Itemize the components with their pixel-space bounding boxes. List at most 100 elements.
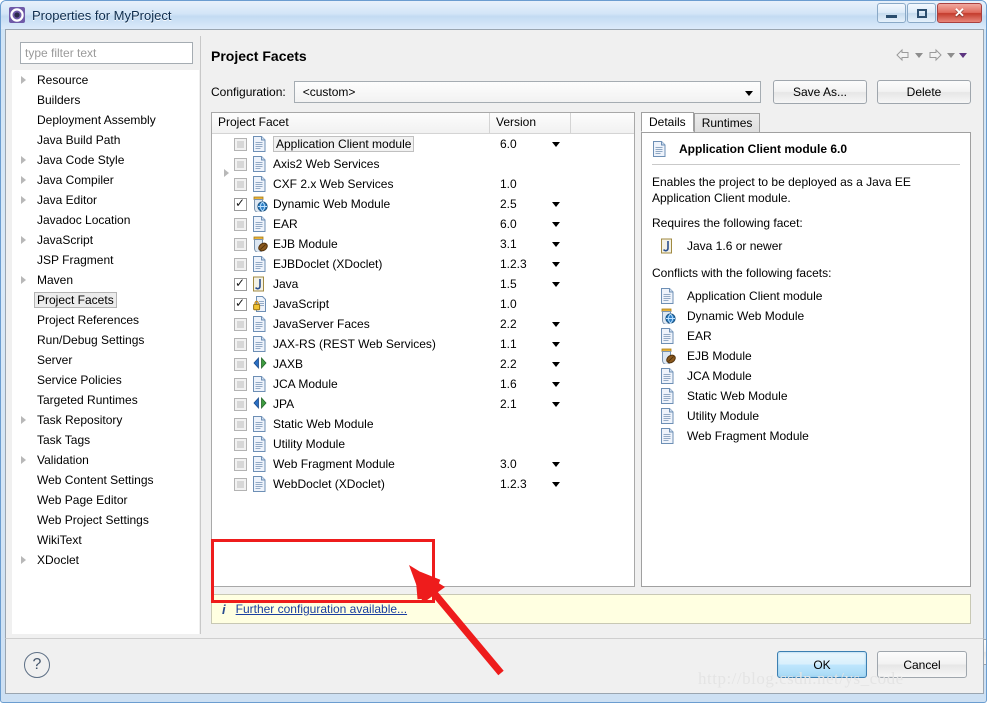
project-facet-table[interactable]: Project Facet Version Application Client… bbox=[211, 112, 635, 587]
facet-checkbox[interactable] bbox=[234, 157, 247, 171]
expand-arrow-icon[interactable] bbox=[21, 236, 26, 244]
sidebar-item-java-build-path[interactable]: Java Build Path bbox=[12, 130, 199, 150]
version-chevron-down-icon[interactable] bbox=[552, 241, 560, 247]
sidebar-item-javascript[interactable]: JavaScript bbox=[12, 230, 199, 250]
table-row[interactable]: Utility Module bbox=[212, 434, 634, 454]
expand-arrow-icon[interactable] bbox=[21, 556, 26, 564]
close-button[interactable]: ✕ bbox=[937, 3, 982, 23]
column-header-blank[interactable] bbox=[571, 113, 634, 134]
facet-checkbox[interactable] bbox=[234, 196, 247, 211]
facet-checkbox[interactable] bbox=[234, 217, 247, 231]
version-chevron-down-icon[interactable] bbox=[552, 341, 560, 347]
sidebar-item-targeted-runtimes[interactable]: Targeted Runtimes bbox=[12, 390, 199, 410]
sidebar-item-resource[interactable]: Resource bbox=[12, 70, 199, 90]
table-row[interactable]: WebDoclet (XDoclet) 1.2.3 bbox=[212, 474, 634, 494]
back-history-chevron-down-icon[interactable] bbox=[915, 52, 923, 58]
facet-checkbox[interactable] bbox=[234, 477, 247, 491]
table-row[interactable]: Axis2 Web Services bbox=[212, 154, 634, 177]
facet-checkbox[interactable] bbox=[234, 276, 247, 291]
table-row[interactable]: CXF 2.x Web Services 1.0 bbox=[212, 174, 634, 194]
save-as-button[interactable]: Save As... bbox=[773, 80, 867, 104]
settings-tree[interactable]: Resource Builders Deployment Assembly Java … bbox=[12, 70, 199, 634]
sidebar-item-java-code-style[interactable]: Java Code Style bbox=[12, 150, 199, 170]
sidebar-item-project-facets[interactable]: Project Facets bbox=[12, 290, 199, 310]
forward-history-chevron-down-icon[interactable] bbox=[947, 52, 955, 58]
table-row[interactable]: EAR 6.0 bbox=[212, 214, 634, 234]
sidebar-item-web-content-settings[interactable]: Web Content Settings bbox=[12, 470, 199, 490]
table-row[interactable]: JavaServer Faces 2.2 bbox=[212, 314, 634, 334]
facet-checkbox[interactable] bbox=[234, 317, 247, 331]
table-row[interactable]: Web Fragment Module 3.0 bbox=[212, 454, 634, 474]
sidebar-item-run-debug-settings[interactable]: Run/Debug Settings bbox=[12, 330, 199, 350]
facet-checkbox[interactable] bbox=[234, 257, 247, 271]
table-row[interactable]: JPA 2.1 bbox=[212, 394, 634, 414]
tab-runtimes[interactable]: Runtimes bbox=[693, 113, 761, 132]
table-row[interactable]: JAXB 2.2 bbox=[212, 354, 634, 374]
expand-arrow-icon[interactable] bbox=[21, 196, 26, 204]
version-chevron-down-icon[interactable] bbox=[552, 201, 560, 207]
facet-checkbox[interactable] bbox=[234, 417, 247, 431]
sidebar-item-deployment-assembly[interactable]: Deployment Assembly bbox=[12, 110, 199, 130]
table-row[interactable]: Application Client module 6.0 bbox=[212, 134, 634, 154]
expand-arrow-icon[interactable] bbox=[21, 276, 26, 284]
version-chevron-down-icon[interactable] bbox=[552, 221, 560, 227]
version-chevron-down-icon[interactable] bbox=[552, 381, 560, 387]
minimize-button[interactable] bbox=[877, 3, 906, 23]
sidebar-item-service-policies[interactable]: Service Policies bbox=[12, 370, 199, 390]
help-icon[interactable]: ? bbox=[24, 652, 50, 678]
sidebar-item-task-tags[interactable]: Task Tags bbox=[12, 430, 199, 450]
table-row[interactable]: Dynamic Web Module 2.5 bbox=[212, 194, 634, 214]
sidebar-item-java-compiler[interactable]: Java Compiler bbox=[12, 170, 199, 190]
facet-checkbox[interactable] bbox=[234, 377, 247, 391]
sidebar-item-javadoc-location[interactable]: Javadoc Location bbox=[12, 210, 199, 230]
further-configuration-link[interactable]: Further configuration available... bbox=[236, 602, 407, 616]
sidebar-item-validation[interactable]: Validation bbox=[12, 450, 199, 470]
version-chevron-down-icon[interactable] bbox=[552, 261, 560, 267]
table-row[interactable]: Static Web Module bbox=[212, 414, 634, 434]
tab-details[interactable]: Details bbox=[641, 112, 694, 132]
table-row[interactable]: EJB Module 3.1 bbox=[212, 234, 634, 254]
version-chevron-down-icon[interactable] bbox=[552, 361, 560, 367]
sidebar-item-wikitext[interactable]: WikiText bbox=[12, 530, 199, 550]
version-chevron-down-icon[interactable] bbox=[552, 481, 560, 487]
version-chevron-down-icon[interactable] bbox=[552, 401, 560, 407]
filter-input[interactable]: type filter text bbox=[20, 42, 193, 64]
version-chevron-down-icon[interactable] bbox=[552, 141, 560, 147]
expand-arrow-icon[interactable] bbox=[21, 176, 26, 184]
sidebar-item-task-repository[interactable]: Task Repository bbox=[12, 410, 199, 430]
table-row[interactable]: JCA Module 1.6 bbox=[212, 374, 634, 394]
table-row[interactable]: EJBDoclet (XDoclet) 1.2.3 bbox=[212, 254, 634, 274]
facet-checkbox[interactable] bbox=[234, 237, 247, 251]
configuration-select[interactable]: <custom> bbox=[293, 81, 761, 103]
facet-checkbox[interactable] bbox=[234, 437, 247, 451]
expand-arrow-icon[interactable] bbox=[21, 456, 26, 464]
view-menu-chevron-down-icon[interactable] bbox=[959, 52, 967, 58]
forward-arrow-icon[interactable] bbox=[927, 48, 943, 62]
expand-arrow-icon[interactable] bbox=[21, 416, 26, 424]
sidebar-item-xdoclet[interactable]: XDoclet bbox=[12, 550, 199, 570]
delete-button[interactable]: Delete bbox=[877, 80, 971, 104]
sidebar-item-builders[interactable]: Builders bbox=[12, 90, 199, 110]
table-row[interactable]: JAX-RS (REST Web Services) 1.1 bbox=[212, 334, 634, 354]
expand-arrow-icon[interactable] bbox=[21, 156, 26, 164]
sidebar-item-java-editor[interactable]: Java Editor bbox=[12, 190, 199, 210]
column-header-version[interactable]: Version bbox=[490, 113, 571, 134]
sidebar-item-web-project-settings[interactable]: Web Project Settings bbox=[12, 510, 199, 530]
facet-checkbox[interactable] bbox=[234, 397, 247, 411]
facet-checkbox[interactable] bbox=[234, 177, 247, 191]
maximize-button[interactable] bbox=[907, 3, 936, 23]
facet-checkbox[interactable] bbox=[234, 137, 247, 151]
back-arrow-icon[interactable] bbox=[895, 48, 911, 62]
table-row[interactable]: JavaScript 1.0 bbox=[212, 294, 634, 314]
sidebar-item-maven[interactable]: Maven bbox=[12, 270, 199, 290]
sidebar-item-project-references[interactable]: Project References bbox=[12, 310, 199, 330]
version-chevron-down-icon[interactable] bbox=[552, 461, 560, 467]
sidebar-item-web-page-editor[interactable]: Web Page Editor bbox=[12, 490, 199, 510]
expand-arrow-icon[interactable] bbox=[21, 76, 26, 84]
facet-checkbox[interactable] bbox=[234, 357, 247, 371]
facet-checkbox[interactable] bbox=[234, 337, 247, 351]
column-header-project-facet[interactable]: Project Facet bbox=[212, 113, 490, 134]
table-row[interactable]: Java 1.5 bbox=[212, 274, 634, 294]
facet-checkbox[interactable] bbox=[234, 296, 247, 311]
version-chevron-down-icon[interactable] bbox=[552, 321, 560, 327]
